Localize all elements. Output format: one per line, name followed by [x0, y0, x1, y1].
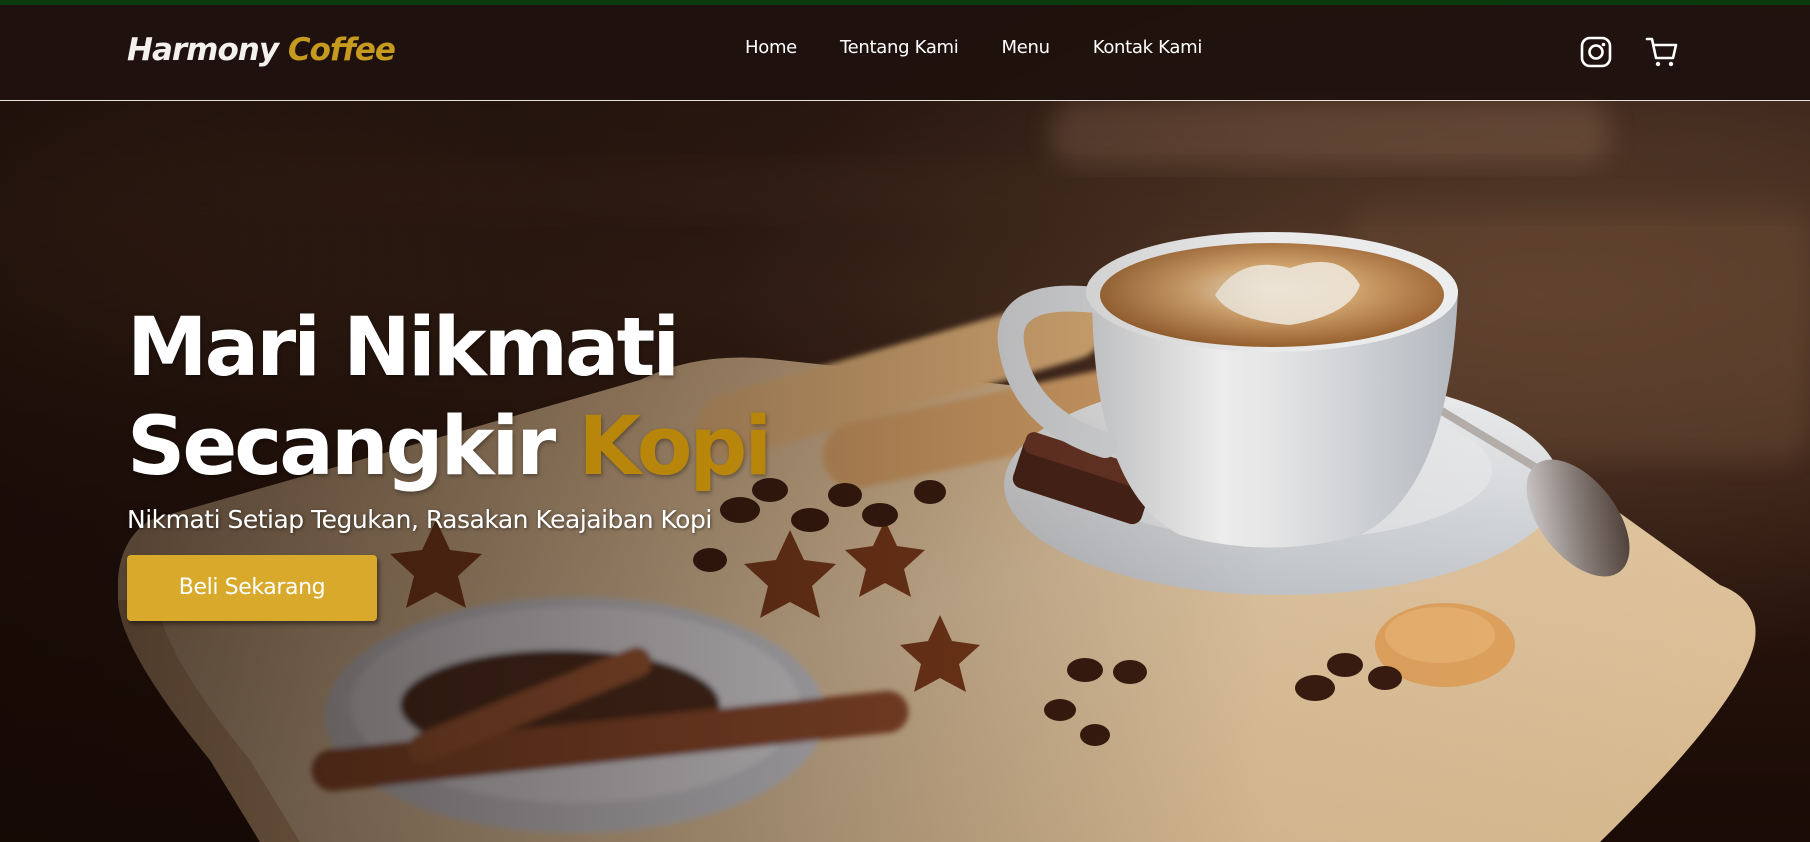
hero-title-line1: Mari Nikmati — [127, 301, 680, 395]
hero-subtitle: Nikmati Setiap Tegukan, Rasakan Keajaiba… — [127, 505, 712, 534]
landing-page: Harmony Coffee Home Tentang Kami Menu Ko… — [0, 0, 1810, 842]
brand-logo[interactable]: Harmony Coffee — [127, 32, 396, 68]
top-accent-bar — [0, 0, 1810, 5]
instagram-icon — [1580, 36, 1612, 68]
hero-title: Mari Nikmati Secangkir Kopi — [127, 299, 887, 497]
hero-title-accent: Kopi — [578, 400, 772, 494]
navbar: Harmony Coffee Home Tentang Kami Menu Ko… — [0, 5, 1810, 101]
nav-link-tentang-kami[interactable]: Tentang Kami — [840, 37, 959, 58]
nav-link-menu[interactable]: Menu — [1001, 37, 1050, 58]
brand-logo-primary: Harmony — [127, 32, 279, 68]
hero-title-line2: Secangkir — [127, 400, 556, 494]
nav-link-home[interactable]: Home — [745, 37, 797, 58]
nav-link-kontak-kami[interactable]: Kontak Kami — [1093, 37, 1203, 58]
cart-icon — [1645, 37, 1678, 67]
buy-now-button[interactable]: Beli Sekarang — [127, 555, 377, 621]
nav-menu: Home Tentang Kami Menu Kontak Kami — [745, 37, 1202, 58]
brand-logo-accent: Coffee — [287, 32, 396, 68]
hero-content: Mari Nikmati Secangkir Kopi Nikmati Seti… — [127, 299, 887, 621]
nav-icons — [1578, 34, 1680, 70]
instagram-link[interactable] — [1578, 34, 1614, 70]
cart-button[interactable] — [1644, 34, 1680, 70]
